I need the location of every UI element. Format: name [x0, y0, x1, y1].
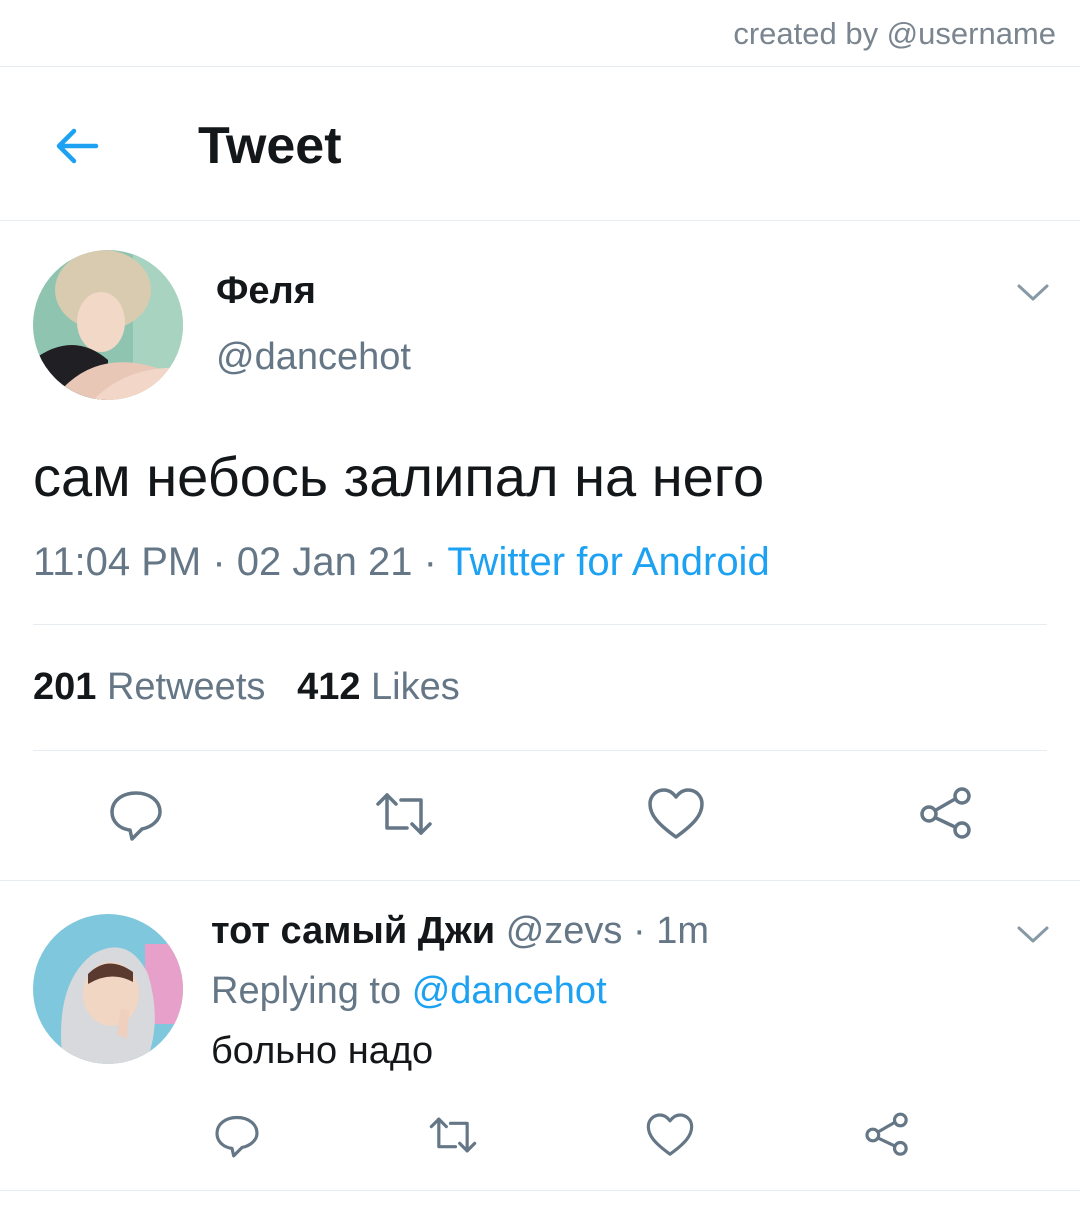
replying-prefix: Replying to: [211, 970, 402, 1012]
avatar[interactable]: [33, 250, 183, 400]
watermark-text: created by @username: [733, 16, 1056, 51]
reply-share-button[interactable]: [862, 1110, 912, 1160]
reply-icon: [215, 1115, 259, 1158]
replying-to: Replying to @dancehot: [211, 970, 607, 1013]
retweet-icon: [429, 1117, 477, 1153]
reply-menu-button[interactable]: [1016, 924, 1050, 946]
reply-author-handle[interactable]: @zevs: [506, 910, 623, 952]
reply-reply-button[interactable]: [212, 1110, 262, 1160]
avatar-photo: [33, 250, 183, 400]
tweet-time: 11:04 PM: [33, 540, 202, 584]
likes-label: Likes: [371, 666, 460, 708]
divider: [33, 624, 1047, 625]
likes-stat[interactable]: 412 Likes: [297, 666, 460, 708]
chevron-down-icon: [1017, 284, 1049, 301]
divider: [0, 1190, 1080, 1191]
reply-time: 1m: [656, 910, 709, 952]
reply-retweet-button[interactable]: [428, 1110, 478, 1160]
reply-icon: [110, 791, 162, 841]
chevron-down-icon: [1017, 926, 1049, 943]
like-button[interactable]: [646, 784, 706, 844]
reply-avatar[interactable]: [33, 914, 183, 1064]
reply-text: больно надо: [211, 1030, 434, 1072]
tweet-source-link[interactable]: Twitter for Android: [447, 540, 769, 584]
divider: [33, 750, 1047, 751]
tweet-text: сам небось залипал на него: [33, 445, 765, 508]
retweets-stat[interactable]: 201 Retweets: [33, 666, 265, 708]
page-title: Tweet: [198, 117, 342, 175]
share-icon: [865, 1112, 908, 1156]
header-divider: [0, 220, 1080, 221]
reply-button[interactable]: [106, 784, 166, 844]
like-icon: [646, 1113, 694, 1156]
arrow-left-icon: [56, 128, 99, 164]
reply-separator: ·: [622, 910, 657, 952]
like-icon: [648, 788, 704, 839]
author-name[interactable]: Феля: [216, 270, 316, 313]
tweet-menu-button[interactable]: [1016, 282, 1050, 304]
divider: [0, 66, 1080, 67]
reply-author-name[interactable]: тот самый Джи: [211, 910, 495, 952]
tweet-date: 02 Jan 21: [236, 540, 413, 584]
author-handle[interactable]: @dancehot: [216, 336, 411, 379]
retweet-icon: [376, 793, 432, 835]
meta-separator: ·: [412, 540, 448, 584]
reply-header: тот самый Джи @zevs · 1m: [211, 910, 709, 953]
share-icon: [920, 787, 971, 839]
share-button[interactable]: [916, 784, 976, 844]
meta-separator: ·: [201, 540, 237, 584]
retweet-button[interactable]: [374, 784, 434, 844]
likes-count: 412: [297, 666, 361, 708]
retweets-label: Retweets: [106, 666, 266, 708]
tweet-stats: 201 Retweets 412 Likes: [33, 666, 460, 709]
retweets-count: 201: [33, 666, 97, 708]
avatar-photo: [33, 914, 183, 1064]
replying-mention-link[interactable]: @dancehot: [412, 970, 607, 1012]
divider: [0, 880, 1080, 881]
reply-like-button[interactable]: [645, 1110, 695, 1160]
back-button[interactable]: [50, 118, 106, 174]
tweet-meta: 11:04 PM · 02 Jan 21 · Twitter for Andro…: [33, 540, 770, 585]
